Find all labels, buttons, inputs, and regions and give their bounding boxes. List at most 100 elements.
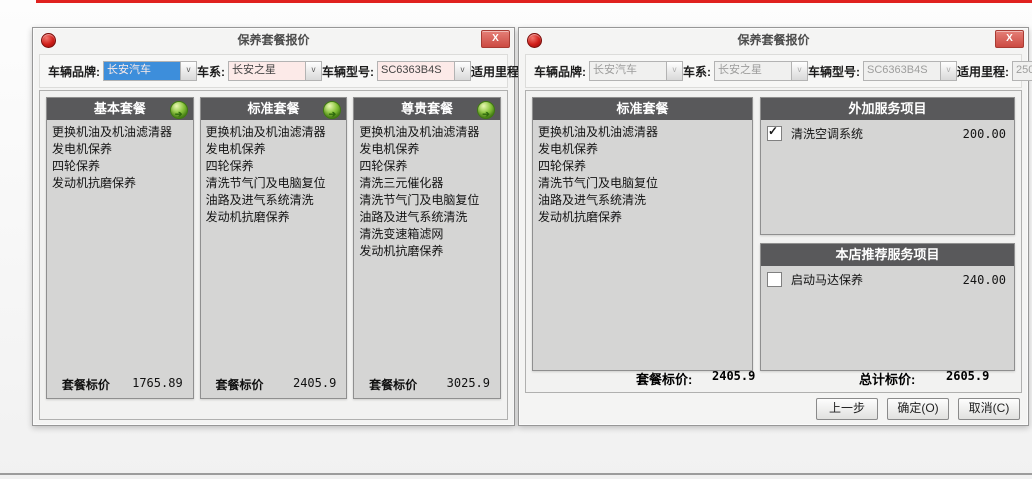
series-label: 车系: (683, 63, 711, 80)
package-item: 油路及进气系统清洗 (206, 192, 342, 209)
package-item-list: 更换机油及机油滤清器发电机保养四轮保养清洗节气门及电脑复位油路及进气系统清洗发动… (201, 120, 347, 230)
dialog-button-row: 上一步 确定(O) 取消(C) (816, 398, 1020, 420)
app-icon (41, 33, 56, 48)
app-icon (527, 33, 542, 48)
addon-services-panel: 外加服务项目 ✓ 清洗空调系统 200.00 (760, 97, 1015, 235)
service-label: 清洗空调系统 (791, 125, 963, 142)
package-quote-dialog-step2: 保养套餐报价 X 车辆品牌: 长安汽车 v 车系: 长安之星 v 车辆型号: (518, 27, 1029, 426)
field-series: 车系: 长安之星 v (683, 61, 808, 81)
package-item: 油路及进气系统清洗 (538, 192, 747, 209)
package-item: 更换机油及机油滤清器 (359, 124, 495, 141)
package-item-list: 更换机油及机油滤清器发电机保养四轮保养发动机抗磨保养 (47, 120, 193, 196)
panel-header: 本店推荐服务项目 (761, 244, 1014, 266)
package-card-basic: 基本套餐 ➔ 更换机油及机油滤清器发电机保养四轮保养发动机抗磨保养 套餐标价 1… (46, 97, 194, 399)
brand-combobox-disabled: 长安汽车 v (589, 61, 683, 81)
package-item: 发电机保养 (359, 141, 495, 158)
package-header: 标准套餐 (533, 98, 752, 120)
bottom-gray-line (0, 473, 1032, 475)
package-item: 清洗节气门及电脑复位 (359, 192, 495, 209)
recommended-services-panel: 本店推荐服务项目 启动马达保养 240.00 (760, 243, 1015, 371)
series-label: 车系: (197, 63, 225, 80)
package-price-value: 1765.89 (132, 376, 183, 390)
desktop: 保养套餐报价 X 车辆品牌: 长安汽车 v 车系: 长安之星 v 车辆型号: (0, 0, 1032, 479)
field-brand: 车辆品牌: 长安汽车 v (534, 61, 683, 81)
package-price-value: 2405.9 (712, 369, 755, 383)
recommend-checkbox-unchecked[interactable] (767, 272, 782, 287)
package-item: 发动机抗磨保养 (52, 175, 188, 192)
vehicle-filter-bar: 车辆品牌: 长安汽车 v 车系: 长安之星 v 车辆型号: SC6363B4S … (39, 54, 508, 88)
package-item: 清洗节气门及电脑复位 (206, 175, 342, 192)
select-package-icon[interactable]: ➔ (170, 101, 188, 119)
package-card-premium: 尊贵套餐 ➔ 更换机油及机油滤清器发电机保养四轮保养清洗三元催化器清洗节气门及电… (353, 97, 501, 399)
close-icon[interactable]: X (995, 30, 1024, 48)
package-item: 四轮保养 (52, 158, 188, 175)
panel-header: 外加服务项目 (761, 98, 1014, 120)
package-price-label: 套餐标价: (636, 369, 692, 388)
mileage-label: 适用里程: (471, 63, 523, 80)
title-bar[interactable]: 保养套餐报价 X (33, 28, 514, 52)
series-combobox[interactable]: 长安之星 v (228, 61, 322, 81)
brand-label: 车辆品牌: (534, 63, 586, 80)
package-price-row: 套餐标价 1765.89 (47, 376, 185, 394)
cancel-button[interactable]: 取消(C) (958, 398, 1020, 420)
package-price-row: 套餐标价 2405.9 (201, 376, 339, 394)
package-item: 发动机抗磨保养 (206, 209, 342, 226)
select-package-icon[interactable]: ➔ (323, 101, 341, 119)
brand-label: 车辆品牌: (48, 63, 100, 80)
package-item: 更换机油及机油滤清器 (538, 124, 747, 141)
package-card-standard: 标准套餐 ➔ 更换机油及机油滤清器发电机保养四轮保养清洗节气门及电脑复位油路及进… (200, 97, 348, 399)
check-icon: ✓ (768, 124, 778, 138)
package-item: 油路及进气系统清洗 (359, 209, 495, 226)
field-model: 车辆型号: SC6363B4S v (808, 61, 957, 81)
packages-groupbox: 基本套餐 ➔ 更换机油及机油滤清器发电机保养四轮保养发动机抗磨保养 套餐标价 1… (39, 90, 508, 420)
package-price-value: 3025.9 (447, 376, 490, 390)
package-item: 清洗三元催化器 (359, 175, 495, 192)
package-item-list: 更换机油及机油滤清器发电机保养四轮保养清洗节气门及电脑复位油路及进气系统清洗发动… (533, 120, 752, 230)
series-combobox-disabled: 长安之星 v (714, 61, 808, 81)
chevron-down-icon: v (791, 62, 807, 80)
brand-combobox[interactable]: 长安汽车 v (103, 61, 197, 81)
price-summary-row: 套餐标价: 2405.9 总计标价: 2605.9 (526, 369, 1021, 387)
previous-step-button[interactable]: 上一步 (816, 398, 878, 420)
vehicle-filter-bar: 车辆品牌: 长安汽车 v 车系: 长安之星 v 车辆型号: SC6363B4S … (525, 54, 1022, 88)
service-row: ✓ 清洗空调系统 200.00 (761, 120, 1014, 142)
package-price-row: 套餐标价 3025.9 (354, 376, 492, 394)
field-series: 车系: 长安之星 v (197, 61, 322, 81)
model-combobox-disabled: SC6363B4S v (863, 61, 957, 81)
chevron-down-icon: v (666, 62, 682, 80)
package-item: 发动机抗磨保养 (538, 209, 747, 226)
close-icon[interactable]: X (481, 30, 510, 48)
field-brand: 车辆品牌: 长安汽车 v (48, 61, 197, 81)
mileage-label: 适用里程: (957, 63, 1009, 80)
model-label: 车辆型号: (322, 63, 374, 80)
service-price: 200.00 (963, 127, 1006, 141)
chevron-down-icon[interactable]: v (454, 62, 470, 80)
selected-package-card: 标准套餐 更换机油及机油滤清器发电机保养四轮保养清洗节气门及电脑复位油路及进气系… (532, 97, 753, 371)
chevron-down-icon[interactable]: v (305, 62, 321, 80)
model-combobox[interactable]: SC6363B4S v (377, 61, 471, 81)
field-mileage: 适用里程: 25000KM v (957, 61, 1032, 81)
service-label: 启动马达保养 (791, 271, 963, 288)
package-item: 发电机保养 (538, 141, 747, 158)
title-bar[interactable]: 保养套餐报价 X (519, 28, 1028, 52)
package-item-list: 更换机油及机油滤清器发电机保养四轮保养清洗三元催化器清洗节气门及电脑复位油路及进… (354, 120, 500, 264)
addon-checkbox-checked[interactable]: ✓ (767, 126, 782, 141)
mileage-combobox-disabled: 25000KM v (1012, 61, 1032, 81)
service-price: 240.00 (963, 273, 1006, 287)
ok-button[interactable]: 确定(O) (887, 398, 949, 420)
package-item: 清洗节气门及电脑复位 (538, 175, 747, 192)
package-item: 四轮保养 (206, 158, 342, 175)
chevron-down-icon[interactable]: v (180, 62, 196, 80)
package-header: 尊贵套餐 ➔ (354, 98, 500, 120)
dialog-title: 保养套餐报价 (519, 28, 1028, 52)
total-price-value: 2605.9 (946, 369, 989, 383)
top-red-line (36, 0, 1032, 3)
package-quote-dialog-step1: 保养套餐报价 X 车辆品牌: 长安汽车 v 车系: 长安之星 v 车辆型号: (32, 27, 515, 426)
package-item: 清洗变速箱滤网 (359, 226, 495, 243)
package-price-value: 2405.9 (293, 376, 336, 390)
service-row: 启动马达保养 240.00 (761, 266, 1014, 288)
total-price-label: 总计标价: (859, 369, 915, 388)
package-header: 基本套餐 ➔ (47, 98, 193, 120)
select-package-icon[interactable]: ➔ (477, 101, 495, 119)
package-item: 发电机保养 (52, 141, 188, 158)
